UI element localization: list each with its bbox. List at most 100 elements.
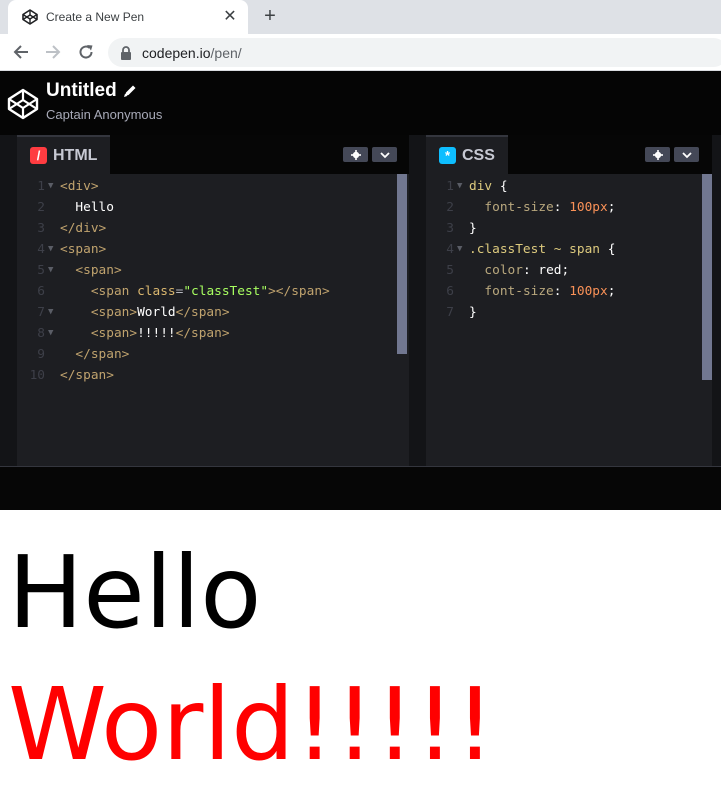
css-settings-button[interactable] — [645, 147, 670, 162]
forward-button[interactable] — [40, 40, 66, 64]
html-code-line[interactable]: 3 </div> — [17, 218, 409, 239]
codepen-logo-icon[interactable] — [7, 88, 39, 120]
html-code-text: <span>World</span> — [90, 305, 230, 320]
tab-html[interactable]: / HTML — [17, 135, 111, 174]
css-code-line[interactable]: 7} — [426, 302, 712, 323]
line-number: 1 — [37, 179, 45, 194]
html-code-line[interactable]: 10 </span> — [17, 365, 409, 386]
css-code-text: color: red; — [484, 263, 570, 278]
browser-toolbar: codepen.io/pen/ — [0, 34, 721, 71]
fold-arrow-icon[interactable]: ▼ — [48, 302, 53, 323]
pencil-icon[interactable] — [123, 84, 137, 98]
line-number: 6 — [446, 284, 454, 299]
codepen-footer — [0, 466, 721, 510]
gear-icon — [652, 149, 663, 160]
html-code-text: </div> — [60, 221, 107, 236]
back-button[interactable] — [8, 40, 34, 64]
html-code-text: </span> — [75, 347, 130, 362]
url-path: /pen/ — [210, 44, 242, 61]
fold-arrow-icon[interactable]: ▼ — [48, 176, 53, 197]
html-code-line[interactable]: 6 <span class="classTest"></span> — [17, 281, 409, 302]
line-number: 6 — [37, 284, 45, 299]
reload-button[interactable] — [73, 40, 99, 64]
tab-title: Create a New Pen — [46, 10, 145, 24]
fold-arrow-icon[interactable]: ▼ — [48, 239, 53, 260]
css-scrollbar[interactable] — [702, 174, 712, 380]
tab-close-icon[interactable]: ✕ — [222, 9, 238, 25]
browser-tab-strip: Create a New Pen ✕ + — [0, 0, 721, 34]
result-preview: Hello World!!!!! — [0, 510, 721, 787]
html-editor-header: / HTML — [17, 135, 409, 174]
fold-arrow-icon[interactable]: ▼ — [457, 176, 462, 197]
html-code-line[interactable]: 1 ▼ <div> — [17, 176, 409, 197]
html-code-text: <span class="classTest"></span> — [90, 284, 330, 299]
line-number: 7 — [446, 305, 454, 320]
line-number: 7 — [37, 305, 45, 320]
html-code-text: <div> — [60, 179, 99, 194]
html-code-line[interactable]: 5 ▼ <span> — [17, 260, 409, 281]
css-code-line[interactable]: 1 ▼ div { — [426, 176, 712, 197]
css-code-text: font-size: 100px; — [484, 200, 616, 215]
pen-author[interactable]: Captain Anonymous — [46, 107, 162, 122]
chevron-down-icon — [379, 151, 390, 158]
css-editor-header: * CSS — [426, 135, 712, 174]
css-editor: * CSS 1 ▼ div {2 font-size: 100px; 3} 4 ▼ .cla… — [426, 135, 712, 466]
css-code-text: div { — [469, 179, 508, 194]
editor-panels: / HTML 1 ▼ <div> 2 Hello 3 </div> 4 ▼ <span> 5 ▼ <… — [0, 135, 721, 466]
line-number: 8 — [37, 326, 45, 341]
css-code-text: font-size: 100px; — [484, 284, 616, 299]
line-number: 9 — [37, 347, 45, 362]
new-tab-button[interactable]: + — [259, 6, 281, 28]
html-settings-button[interactable] — [343, 147, 368, 162]
arrow-left-icon — [13, 45, 28, 59]
line-number: 3 — [37, 221, 45, 236]
pen-title[interactable]: Untitled — [46, 80, 117, 102]
css-code-line[interactable]: 2 font-size: 100px; — [426, 197, 712, 218]
html-code-text: </span> — [60, 368, 114, 383]
codepen-favicon-icon — [22, 9, 38, 25]
reload-icon — [79, 45, 93, 59]
css-icon: * — [439, 147, 456, 164]
line-number: 4 — [446, 242, 454, 257]
fold-arrow-icon[interactable]: ▼ — [457, 239, 462, 260]
html-code-line[interactable]: 8 ▼ <span>!!!!!</span> — [17, 323, 409, 344]
css-code-line[interactable]: 5 color: red; — [426, 260, 712, 281]
css-code-text: .classTest ~ span { — [469, 242, 616, 257]
html-code-text: <span> — [60, 242, 107, 257]
html-scrollbar[interactable] — [397, 174, 407, 354]
line-number: 5 — [37, 263, 45, 278]
line-number: 2 — [37, 200, 45, 215]
line-number: 1 — [446, 179, 454, 194]
css-code-line[interactable]: 3} — [426, 218, 712, 239]
css-code-text: } — [469, 221, 477, 236]
html-code-text: <span>!!!!!</span> — [90, 326, 230, 341]
html-code-line[interactable]: 9 </span> — [17, 344, 409, 365]
html-tab-label: HTML — [53, 146, 98, 164]
arrow-right-icon — [46, 45, 61, 59]
lock-icon — [121, 45, 131, 60]
html-editor: / HTML 1 ▼ <div> 2 Hello 3 </div> 4 ▼ <span> 5 ▼ <… — [17, 135, 409, 466]
html-code-line[interactable]: 7 ▼ <span>World</span> — [17, 302, 409, 323]
html-code-line[interactable]: 4 ▼ <span> — [17, 239, 409, 260]
fold-arrow-icon[interactable]: ▼ — [48, 260, 53, 281]
result-hello-text: Hello — [8, 534, 262, 651]
fold-arrow-icon[interactable]: ▼ — [48, 323, 53, 344]
line-number: 5 — [446, 263, 454, 278]
gear-icon — [350, 149, 361, 160]
browser-tab[interactable]: Create a New Pen ✕ — [8, 0, 248, 34]
chevron-down-icon — [681, 151, 692, 158]
line-number: 3 — [446, 221, 454, 236]
css-collapse-button[interactable] — [674, 147, 699, 162]
html-code-text: <span> — [75, 263, 122, 278]
tab-css[interactable]: * CSS — [426, 135, 508, 174]
html-icon: / — [30, 147, 47, 164]
url-host: codepen.io — [142, 44, 211, 61]
line-number: 2 — [446, 200, 454, 215]
html-code-line[interactable]: 2 Hello — [17, 197, 409, 218]
line-number: 4 — [37, 242, 45, 257]
address-bar[interactable]: codepen.io/pen/ — [108, 38, 721, 67]
css-tab-label: CSS — [462, 146, 495, 164]
css-code-line[interactable]: 6 font-size: 100px; — [426, 281, 712, 302]
html-collapse-button[interactable] — [372, 147, 397, 162]
css-code-line[interactable]: 4 ▼ .classTest ~ span { — [426, 239, 712, 260]
